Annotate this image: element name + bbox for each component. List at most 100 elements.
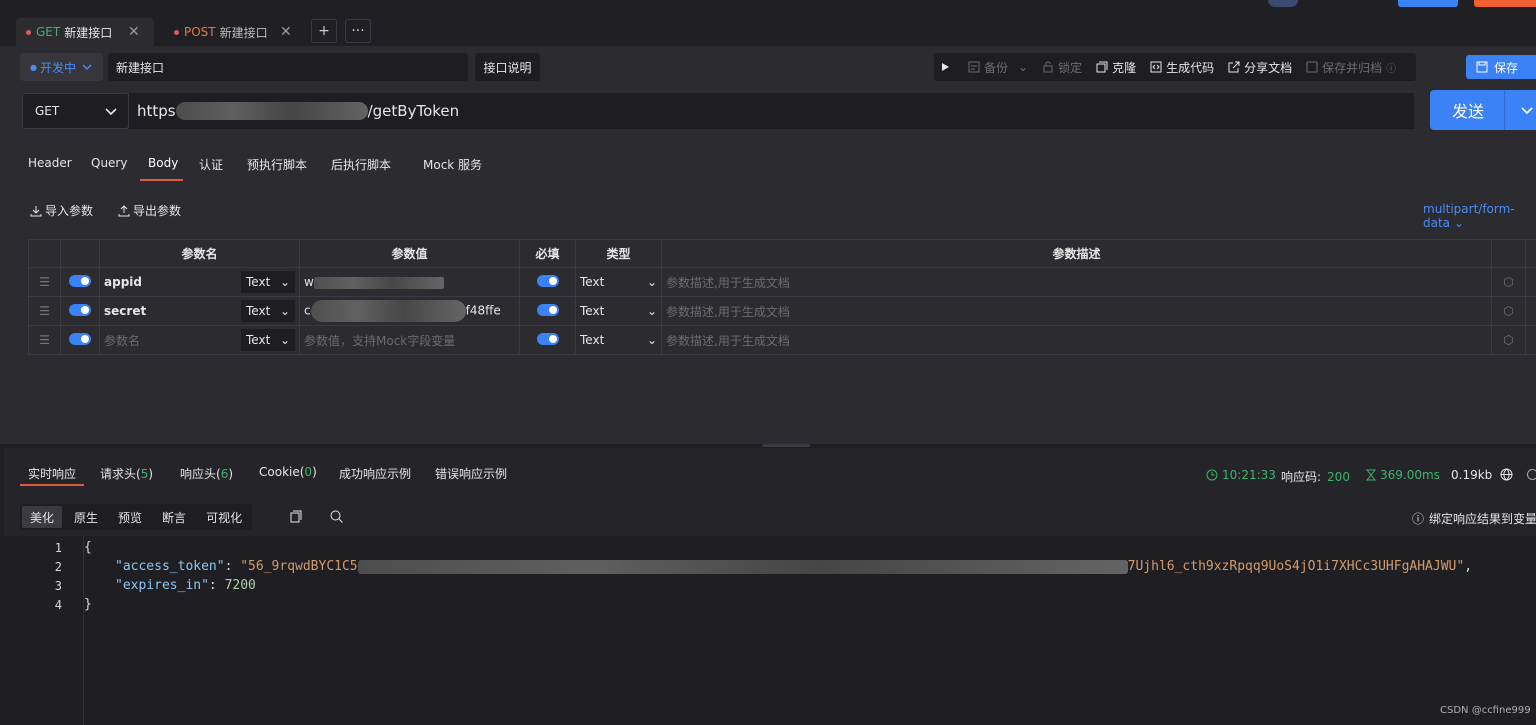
drag-handle-icon[interactable]: ☰ — [28, 296, 61, 326]
drag-handle-icon[interactable]: ☰ — [28, 325, 61, 355]
tab-auth[interactable]: 认证 — [199, 156, 223, 173]
settings-icon[interactable] — [1526, 468, 1536, 481]
backup-button[interactable]: 备份 ⌄ — [968, 59, 1028, 76]
cube-icon[interactable]: ⬡ — [1491, 325, 1526, 355]
tab-pre-script[interactable]: 预执行脚本 — [247, 156, 307, 173]
bind-response-button[interactable]: ⓘ 绑定响应结果到变量 — [1412, 510, 1536, 527]
code-icon — [1150, 61, 1162, 73]
generate-code-button[interactable]: 生成代码 — [1150, 59, 1214, 76]
table-row: ☰ appid Text ⌄ w Text ⌄ 参数描述,用于生成文档 ⬡ 🗑 — [28, 267, 1536, 297]
enable-toggle[interactable] — [69, 303, 91, 316]
method-select[interactable]: GET — [22, 93, 129, 129]
avatar[interactable] — [1268, 0, 1298, 7]
delete-icon[interactable]: 🗑 — [1525, 267, 1536, 297]
api-description-button[interactable]: 接口说明 — [475, 53, 540, 81]
chevron-down-icon: ⌄ — [1453, 216, 1464, 230]
tab-cookie[interactable]: Cookie(0) — [259, 465, 317, 479]
param-type-select[interactable]: Text ⌄ — [241, 271, 295, 293]
desc-input[interactable]: 参数描述,用于生成文档 — [661, 267, 1492, 297]
tab-paren: ) — [148, 467, 154, 481]
param-name-placeholder: 参数名 — [104, 333, 141, 348]
cube-icon[interactable]: ⬡ — [1491, 267, 1526, 297]
search-icon[interactable] — [330, 510, 343, 526]
more-icon[interactable]: ··· — [345, 19, 371, 43]
tab-success-example[interactable]: 成功响应示例 — [339, 465, 411, 482]
env-select[interactable]: ● 开发中 — [20, 53, 103, 81]
param-value-cell[interactable]: c f48ffe — [299, 296, 520, 326]
duration-value: 369.00ms — [1380, 468, 1440, 482]
close-icon[interactable]: ✕ — [280, 24, 292, 40]
tab-post-script[interactable]: 后执行脚本 — [331, 156, 391, 173]
save-button[interactable]: 保存 — [1466, 55, 1536, 79]
import-params-button[interactable]: 导入参数 — [30, 202, 93, 219]
delete-icon[interactable]: 🗑 — [1525, 325, 1536, 355]
required-toggle[interactable] — [536, 303, 559, 316]
param-name-cell[interactable]: 参数名 Text ⌄ — [99, 325, 300, 355]
enable-toggle[interactable] — [69, 274, 91, 287]
save-archive-button[interactable]: 保存并归档 ⓘ — [1306, 59, 1396, 76]
param-name-cell[interactable]: secret Text ⌄ — [99, 296, 300, 326]
type-value: Text — [580, 333, 605, 347]
export-params-button[interactable]: 导出参数 — [118, 202, 181, 219]
required-toggle[interactable] — [536, 332, 559, 345]
clone-button[interactable]: 克隆 — [1096, 59, 1136, 76]
env-dot-icon: ● — [30, 62, 37, 72]
copy-icon[interactable] — [290, 510, 302, 526]
type-cell[interactable]: Text ⌄ — [575, 267, 662, 297]
top-orange-button[interactable] — [1474, 0, 1536, 7]
tab-post-new-api[interactable]: POST 新建接口 ✕ — [164, 18, 304, 46]
drag-handle-icon[interactable]: ☰ — [28, 267, 61, 297]
tab-live-response[interactable]: 实时响应 — [28, 465, 76, 482]
view-pretty[interactable]: 美化 — [22, 506, 63, 528]
view-preview[interactable]: 预览 — [110, 506, 150, 528]
param-value-input[interactable]: 参数值，支持Mock字段变量 — [299, 325, 520, 355]
top-blue-button[interactable] — [1398, 0, 1458, 7]
param-type-select[interactable]: Text ⌄ — [241, 329, 295, 351]
tab-query[interactable]: Query — [91, 156, 127, 170]
send-button[interactable]: 发送 — [1430, 90, 1536, 130]
param-value-start: w — [304, 275, 314, 289]
redacted-url — [175, 102, 368, 120]
tab-request-headers[interactable]: 请求头(5) — [100, 465, 153, 482]
param-type-select[interactable]: Text ⌄ — [241, 300, 295, 322]
share-doc-button[interactable]: 分享文档 — [1228, 59, 1292, 76]
close-icon[interactable]: ✕ — [128, 24, 140, 40]
tab-method: GET — [36, 25, 61, 39]
desc-input[interactable]: 参数描述,用于生成文档 — [661, 325, 1492, 355]
lock-button[interactable]: 锁定 — [1042, 59, 1082, 76]
required-toggle[interactable] — [536, 274, 559, 287]
globe-icon[interactable] — [1500, 468, 1513, 481]
view-visualize[interactable]: 可视化 — [198, 506, 250, 528]
param-value-cell[interactable]: w — [299, 267, 520, 297]
tab-mock[interactable]: Mock 服务 — [423, 156, 482, 173]
tab-header[interactable]: Header — [28, 156, 72, 170]
cube-icon[interactable]: ⬡ — [1491, 296, 1526, 326]
export-icon — [118, 204, 130, 216]
size-value: 0.19kb — [1451, 468, 1493, 482]
type-cell[interactable]: Text ⌄ — [575, 325, 662, 355]
chevron-down-icon[interactable] — [1520, 103, 1534, 117]
code-line: } — [84, 597, 92, 612]
desc-input[interactable]: 参数描述,用于生成文档 — [661, 296, 1492, 326]
type-cell[interactable]: Text ⌄ — [575, 296, 662, 326]
param-name-cell[interactable]: appid Text ⌄ — [99, 267, 300, 297]
json-value-start: "56_9rqwdBYC1C5 — [240, 559, 358, 574]
tab-error-example[interactable]: 错误响应示例 — [435, 465, 507, 482]
tab-body[interactable]: Body — [148, 156, 178, 170]
col-type: 类型 — [575, 239, 662, 268]
enable-toggle[interactable] — [69, 332, 91, 345]
delete-icon[interactable]: 🗑 — [1525, 296, 1536, 326]
view-assert[interactable]: 断言 — [154, 506, 194, 528]
url-input[interactable]: https /getByToken — [129, 93, 1414, 129]
run-button[interactable] — [940, 62, 954, 72]
tab-get-new-api[interactable]: GET 新建接口 ✕ — [16, 18, 154, 46]
share-icon — [1228, 61, 1240, 73]
api-name-input[interactable]: 新建接口 — [108, 53, 468, 81]
view-raw[interactable]: 原生 — [66, 506, 106, 528]
add-tab-icon[interactable]: + — [311, 19, 337, 43]
response-code-editor[interactable]: 1 2 3 4 { "access_token": "56_9rqwdBYC1C… — [4, 536, 1536, 725]
tab-response-headers[interactable]: 响应头(6) — [180, 465, 233, 482]
content-type-select[interactable]: multipart/form-data ⌄ — [1423, 202, 1536, 230]
splitter-grip[interactable] — [762, 444, 810, 447]
chevron-down-icon — [82, 64, 92, 70]
